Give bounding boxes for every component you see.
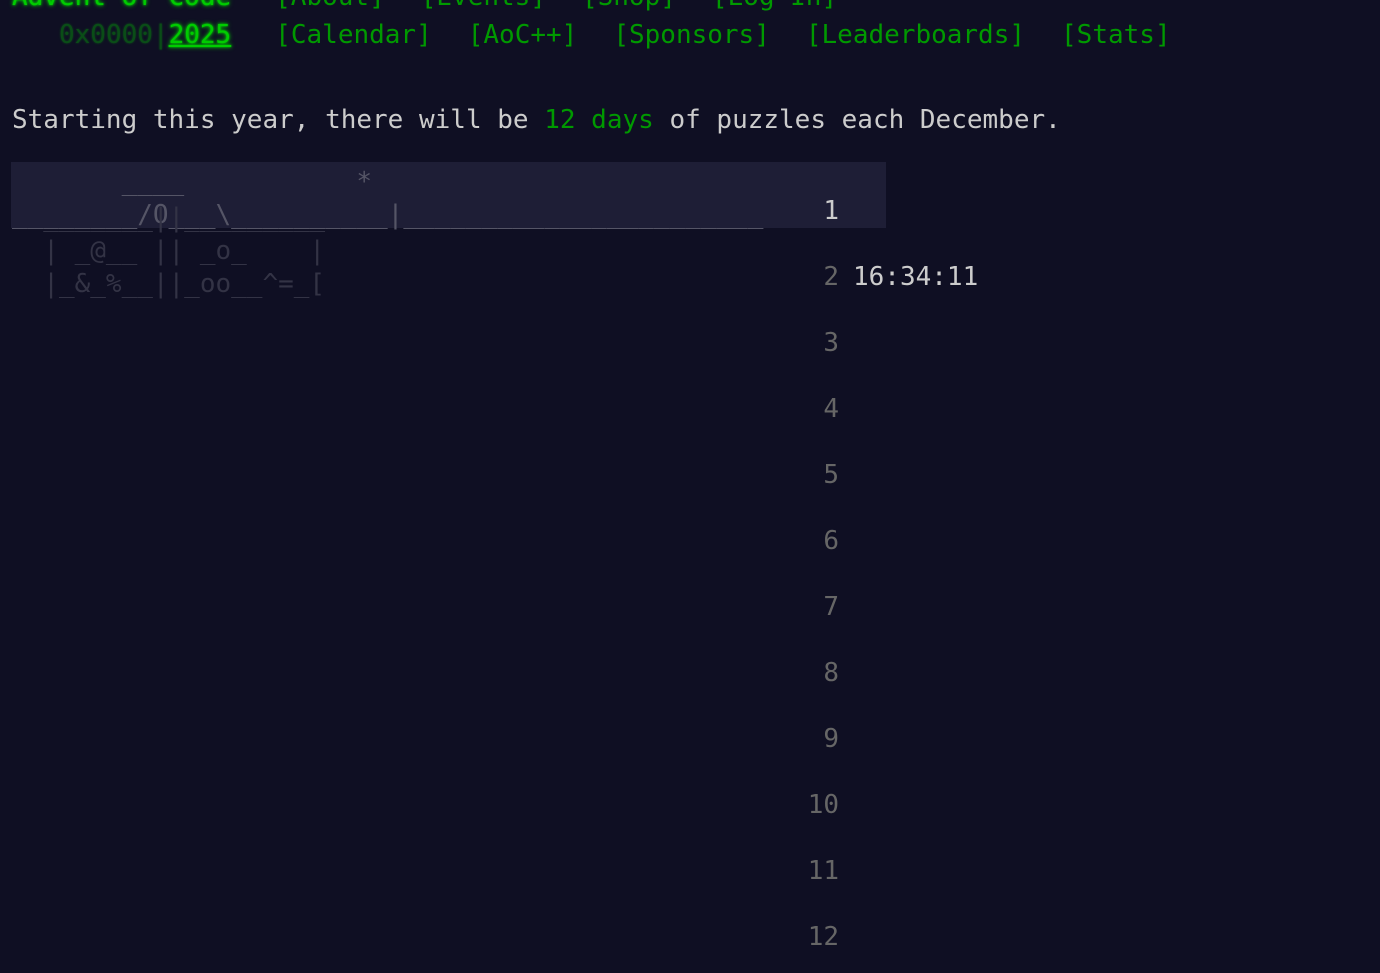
calendar-day-10: 10 xyxy=(11,756,1011,822)
intro-before: Starting this year, there will be xyxy=(12,105,545,135)
day-number-8: 8 xyxy=(823,658,839,688)
calendar-day-2: _______||_________ | _@__ || _o_ | |_&_%… xyxy=(11,203,1011,299)
day-number-5: 5 xyxy=(823,460,839,490)
day-number-2: 2 xyxy=(823,262,839,292)
nav-leaderboards-link[interactable]: [Leaderboards] xyxy=(806,20,1025,50)
header-bottom-row: 0x0000|2025 [Calendar] [AoC++] [Sponsors] [L… xyxy=(12,20,1171,50)
nav-shop-link[interactable]: [Shop] xyxy=(582,0,676,12)
day-number-1: 1 xyxy=(823,196,839,226)
calendar-day-8: 8 xyxy=(11,624,1011,690)
nav-calendar-link[interactable]: [Calendar] xyxy=(275,20,432,50)
year-prefix: 0x0000| xyxy=(59,20,169,50)
calendar-day-6: 6 xyxy=(11,492,1011,558)
header-top-row: Advent of Code [About] [Events] [Shop] [Log … xyxy=(12,0,837,12)
calendar-day-11: 11 xyxy=(11,822,1011,888)
day-number-10: 10 xyxy=(807,790,839,820)
day-number-11: 11 xyxy=(807,856,839,886)
intro-text: Starting this year, there will be 12 day… xyxy=(12,104,1061,136)
calendar-day-4: 4 xyxy=(11,360,1011,426)
nav-events-link[interactable]: [Events] xyxy=(421,0,546,12)
calendar-art-day-2: _______||_________ | _@__ || _o_ | |_&_%… xyxy=(43,203,326,299)
day-number-12: 12 xyxy=(807,922,839,952)
nav-sponsors-link[interactable]: [Sponsors] xyxy=(613,20,770,50)
countdown-timer: 16:34:11 xyxy=(853,262,979,292)
nav-aocpp-link[interactable]: [AoC++] xyxy=(468,20,578,50)
calendar-day-3: 3 xyxy=(11,294,1011,360)
nav-login-link[interactable]: [Log In] xyxy=(712,0,837,12)
year-link[interactable]: 2025 xyxy=(169,20,232,50)
intro-highlight: 12 days xyxy=(544,105,654,135)
calendar-day-12: 12 xyxy=(11,888,1011,954)
nav-stats-link[interactable]: [Stats] xyxy=(1061,20,1171,50)
intro-after: of puzzles each December. xyxy=(653,105,1061,135)
nav-about-link[interactable]: [About] xyxy=(275,0,385,12)
calendar-day-5: 5 xyxy=(11,426,1011,492)
calendar-day-7: 7 xyxy=(11,558,1011,624)
site-title-link[interactable]: Advent of Code xyxy=(12,0,231,12)
day-number-6: 6 xyxy=(823,526,839,556)
day-number-3: 3 xyxy=(823,328,839,358)
day-number-9: 9 xyxy=(823,724,839,754)
calendar-day-9: 9 xyxy=(11,690,1011,756)
day-number-7: 7 xyxy=(823,592,839,622)
day-number-4: 4 xyxy=(823,394,839,424)
